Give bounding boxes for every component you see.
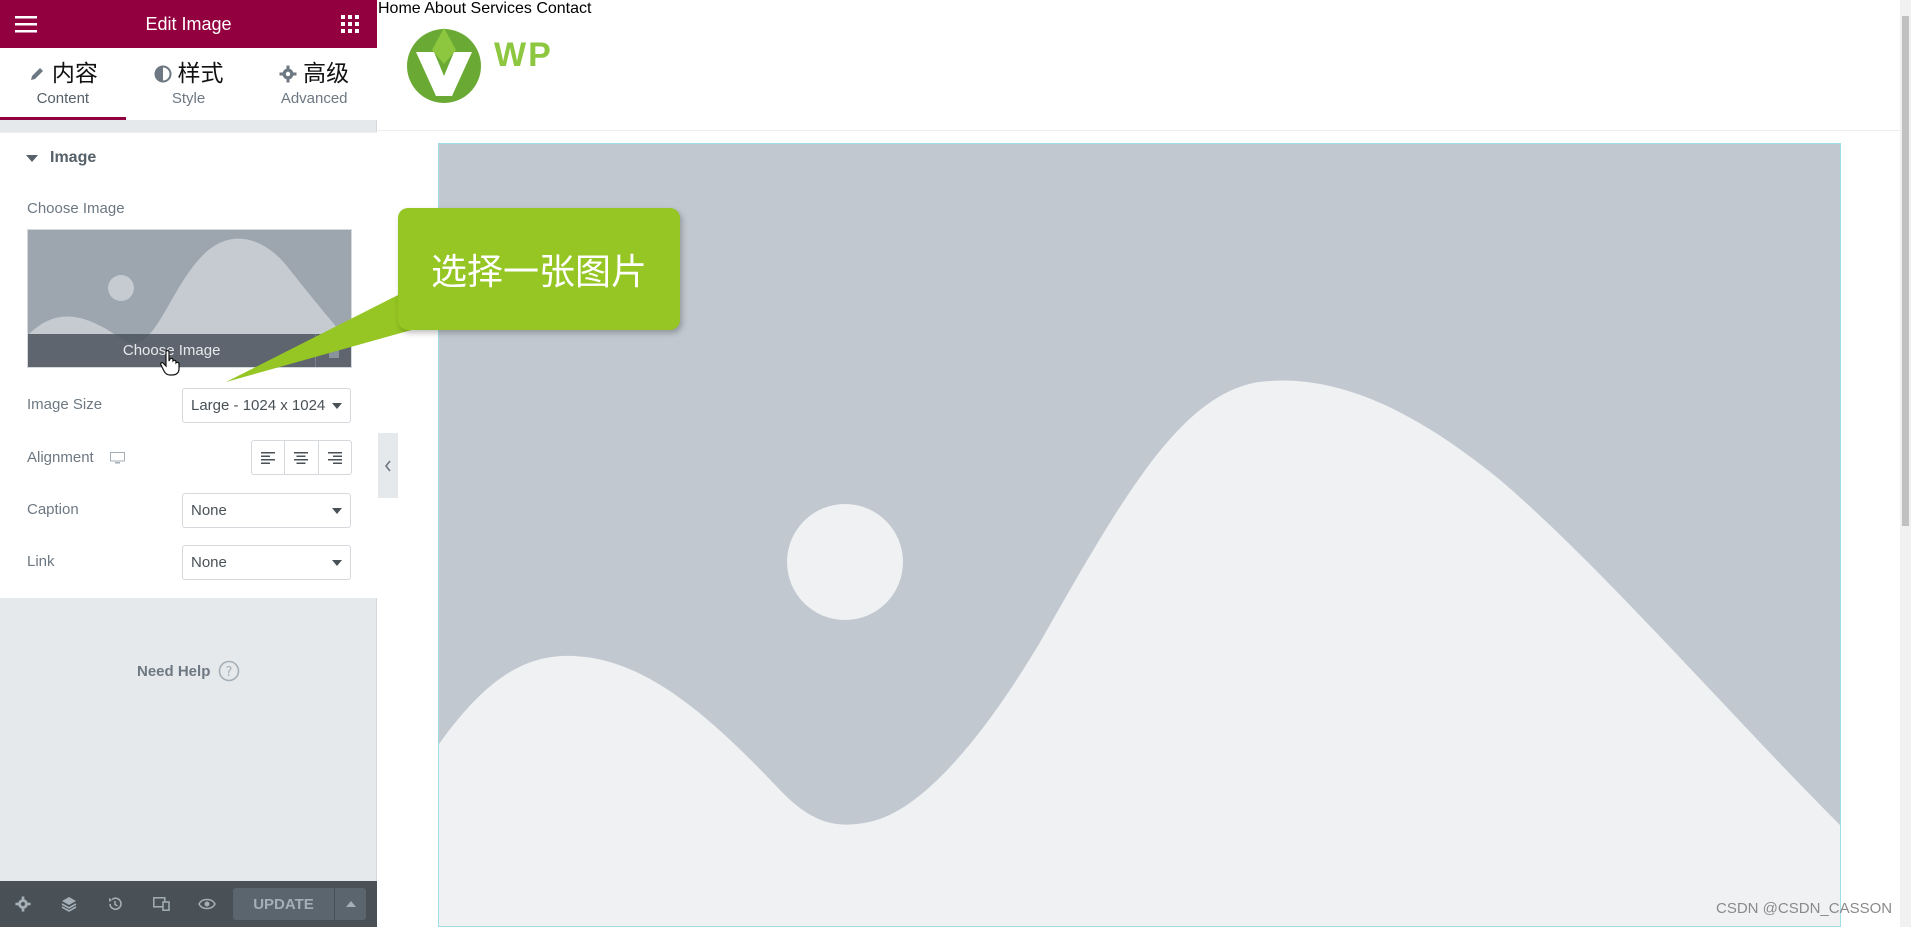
gear-icon [279, 65, 297, 83]
preview-eye-icon[interactable] [184, 881, 230, 927]
site-logo[interactable]: WP [404, 24, 553, 104]
caption-select[interactable]: None [182, 493, 351, 528]
annotation-callout: 选择一张图片 [398, 208, 680, 330]
need-help-text: Need Help [137, 662, 211, 680]
image-size-select[interactable]: Large - 1024 x 1024 [182, 388, 351, 423]
tab-style-cn: 样式 [177, 60, 224, 86]
panel-collapse-toggle[interactable] [378, 433, 398, 498]
panel-footer: UPDATE [0, 881, 377, 927]
nav-about[interactable]: About [424, 0, 466, 17]
image-picker[interactable]: Choose Image [27, 229, 352, 368]
choose-image-label: Choose Image [27, 200, 125, 217]
history-icon[interactable] [92, 881, 138, 927]
image-size-value: Large - 1024 x 1024 [191, 397, 326, 414]
align-center-icon[interactable] [285, 441, 319, 474]
section-title: Image [50, 149, 97, 166]
chevron-down-icon [332, 402, 342, 409]
responsive-mode-icon[interactable] [138, 881, 184, 927]
wp-logo-icon [407, 28, 481, 103]
trash-icon[interactable] [315, 334, 351, 367]
chevron-down-icon [332, 559, 342, 566]
alignment-control [251, 440, 352, 475]
nav-services[interactable]: Services [471, 0, 532, 17]
align-right-icon[interactable] [319, 441, 351, 474]
hamburger-menu-icon[interactable] [13, 12, 39, 36]
tab-advanced-cn: 高级 [303, 60, 350, 86]
nav-home[interactable]: Home [378, 0, 421, 17]
editor-panel: Edit Image 内容 Content 样式 Style 高级 Advanc… [0, 0, 377, 927]
contrast-icon [154, 65, 172, 83]
svg-text:?: ? [226, 665, 233, 680]
site-header: WP Home About Services Contact [378, 0, 1900, 131]
widgets-grid-icon[interactable] [337, 12, 363, 36]
chevron-left-icon [384, 460, 391, 471]
panel-tabs: 内容 Content 样式 Style 高级 Advanced [0, 48, 377, 120]
tab-style-label: Style [171, 90, 206, 107]
panel-title: Edit Image [145, 13, 232, 34]
logo-text: WP [494, 36, 553, 74]
nav-contact[interactable]: Contact [536, 0, 591, 17]
link-value: None [191, 554, 227, 571]
caret-up-icon[interactable] [335, 888, 366, 920]
tab-content[interactable]: 内容 Content [0, 48, 126, 120]
chevron-down-icon [332, 507, 342, 514]
desktop-responsive-icon[interactable] [110, 452, 125, 464]
need-help-link[interactable]: Need Help ? [137, 660, 240, 682]
image-section-toggle[interactable]: Image [0, 132, 377, 184]
image-size-label: Image Size [27, 396, 103, 413]
caption-value: None [191, 502, 227, 519]
align-left-icon[interactable] [252, 441, 286, 474]
tab-advanced[interactable]: 高级 Advanced [251, 48, 377, 120]
link-label: Link [27, 553, 55, 570]
main-nav: Home About Services Contact [378, 0, 1900, 18]
tab-content-cn: 内容 [51, 60, 98, 86]
alignment-label: Alignment [27, 449, 94, 466]
page-scrollbar[interactable] [1900, 0, 1911, 927]
tab-advanced-label: Advanced [280, 90, 348, 107]
help-question-icon: ? [218, 660, 240, 682]
panel-header: Edit Image [0, 0, 377, 48]
caret-down-icon [26, 154, 38, 162]
settings-gear-icon[interactable] [0, 881, 46, 927]
hand-cursor-icon [160, 350, 180, 376]
navigator-layers-icon[interactable] [46, 881, 92, 927]
scrollbar-thumb[interactable] [1902, 16, 1909, 526]
update-button[interactable]: UPDATE [233, 888, 334, 920]
tab-content-label: Content [36, 90, 90, 107]
pencil-icon [28, 65, 46, 83]
tab-style[interactable]: 样式 Style [126, 48, 252, 120]
caption-label: Caption [27, 501, 79, 518]
link-select[interactable]: None [182, 545, 351, 580]
watermark: CSDN @CSDN_CASSON [1716, 900, 1893, 917]
choose-image-bar: Choose Image [28, 334, 351, 367]
callout-text: 选择一张图片 [430, 251, 647, 292]
